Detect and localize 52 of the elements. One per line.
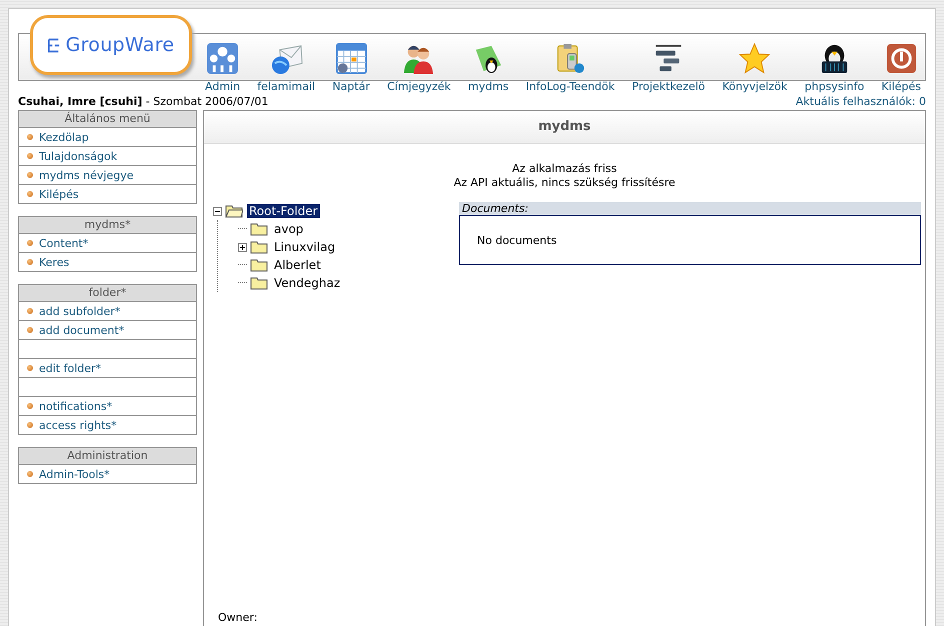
- tree-node[interactable]: Linuxvilag: [272, 240, 338, 254]
- app-launcher[interactable]: mydms: [468, 34, 509, 94]
- menu-item[interactable]: Admin-Tools*: [19, 465, 196, 483]
- menu-item[interactable]: Keres: [19, 252, 196, 271]
- collapse-toggle[interactable]: [213, 206, 222, 216]
- menu-item[interactable]: access rights*: [19, 415, 196, 434]
- logo-icon: [48, 38, 60, 52]
- menu-item[interactable]: notifications*: [19, 396, 196, 415]
- star-icon: [738, 42, 772, 75]
- menu-title: mydms*: [19, 217, 196, 234]
- app-launcher[interactable]: Címjegyzék: [387, 34, 451, 94]
- menu-title: Administration: [19, 448, 196, 465]
- menu-item[interactable]: Kilépés: [19, 184, 196, 203]
- app-launcher[interactable]: Admin: [205, 34, 240, 94]
- section-title: Documents:: [459, 202, 921, 215]
- app-launcher[interactable]: felamimail: [257, 34, 316, 94]
- empty-message: No documents: [477, 234, 557, 246]
- app-launcher[interactable]: Naptár: [332, 34, 370, 94]
- tree-node[interactable]: Alberlet: [272, 258, 323, 272]
- power-icon: [884, 42, 918, 75]
- tree-node[interactable]: Vendeghaz: [272, 276, 342, 290]
- menu-item[interactable]: edit folder*: [19, 358, 196, 377]
- menu-item[interactable]: add document*: [19, 320, 196, 339]
- folder-icon: [250, 276, 268, 290]
- app-launcher[interactable]: Könyvjelzök: [722, 34, 788, 94]
- app-launcher[interactable]: Kilépés: [881, 34, 921, 94]
- menu-item[interactable]: Kezdölap: [19, 128, 196, 146]
- menu-title: Általános menü: [19, 111, 196, 128]
- status-message: Az API aktuális, nincs szükség frissítésre: [452, 176, 676, 190]
- menu-title: folder*: [19, 285, 196, 302]
- tree-node[interactable]: avop: [272, 222, 306, 236]
- app-launcher[interactable]: Projektkezelö: [632, 34, 706, 94]
- status-message: Az alkalmazás friss: [511, 162, 618, 176]
- expand-toggle[interactable]: [238, 242, 247, 252]
- app-launcher[interactable]: InfoLog-Teendök: [526, 34, 615, 94]
- menu-item[interactable]: Content*: [19, 234, 196, 252]
- app-launcher[interactable]: phpsysinfo: [804, 34, 864, 94]
- menu-item[interactable]: mydms névjegye: [19, 165, 196, 184]
- user-info: Csuhai, Imre [csuhi] - Szombat 2006/07/01: [18, 95, 268, 108]
- logo-badge[interactable]: GroupWare: [30, 15, 192, 75]
- logo-text: GroupWare: [66, 34, 174, 56]
- tree-node[interactable]: Root-Folder: [247, 204, 320, 218]
- owner-label: Owner:: [217, 611, 258, 624]
- folder-icon: [250, 240, 268, 254]
- dashboard-icon: [206, 42, 240, 75]
- folder-icon: [250, 258, 268, 272]
- open-folder-icon: [225, 204, 243, 218]
- folder-icon: [250, 222, 268, 236]
- calendar-icon: [334, 42, 368, 75]
- menu-item[interactable]: add subfolder*: [19, 302, 196, 320]
- menu-item[interactable]: Tulajdonságok: [19, 146, 196, 165]
- online-users: Aktuális felhasználók: 0: [796, 95, 926, 108]
